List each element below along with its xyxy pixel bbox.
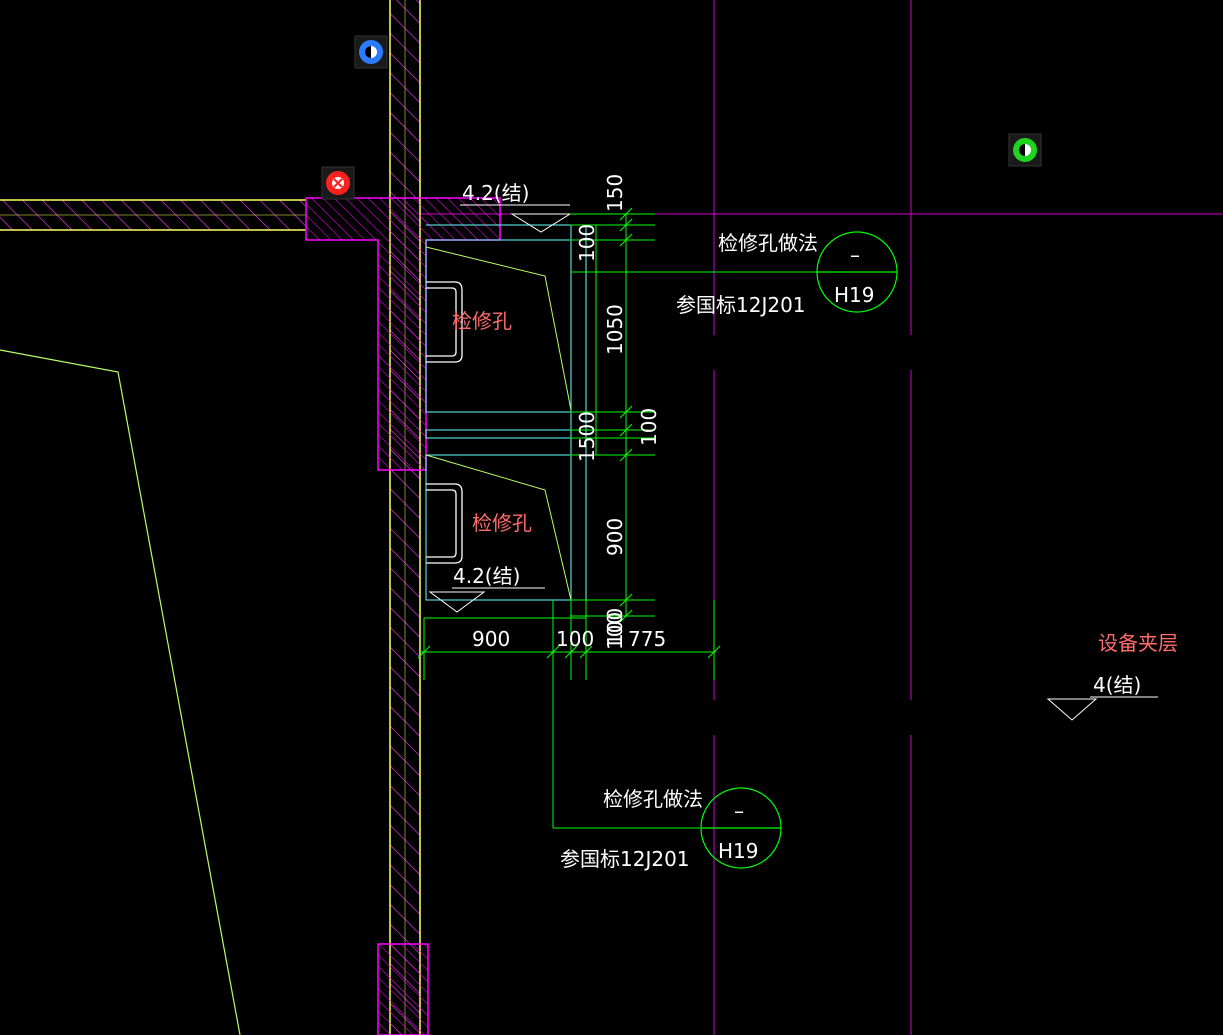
callout-title-lower: 检修孔做法 xyxy=(603,787,703,811)
horizontal-dimension-texts: 900 100 100 775 xyxy=(472,608,666,651)
circle-bottom-lower: H19 xyxy=(718,839,759,863)
callout-ref-upper: 参国标12J201 xyxy=(676,293,806,317)
dim-775: 775 xyxy=(628,627,666,651)
callout-title-upper: 检修孔做法 xyxy=(718,231,818,255)
callout-ref-lower: 参国标12J201 xyxy=(560,847,690,871)
elevation-right-text: 4(结) xyxy=(1093,673,1141,697)
dim-1500: 1500 xyxy=(575,411,599,462)
dim-100-a: 100 xyxy=(556,627,594,651)
slope-line xyxy=(0,349,241,1035)
dim-150: 150 xyxy=(603,174,627,212)
opening-slopes xyxy=(425,246,572,601)
access-hole-label-lower: 检修孔 xyxy=(472,511,532,535)
detail-callout-lower: 检修孔做法 参国标12J201 – H19 xyxy=(560,787,782,871)
circle-top-lower: – xyxy=(734,799,744,823)
dim-900-horiz: 900 xyxy=(472,627,510,651)
dim-1050: 1050 xyxy=(603,304,627,355)
elevation-top-text: 4.2(结) xyxy=(462,181,529,205)
detail-callout-upper: 检修孔做法 参国标12J201 – H19 xyxy=(676,231,898,317)
dim-100-mid: 100 xyxy=(637,408,661,446)
vertical-wall xyxy=(389,0,421,1035)
grid-break-marks xyxy=(708,335,917,735)
elevation-marker-right: 4(结) xyxy=(1046,673,1158,721)
grid-lines xyxy=(420,0,1223,1035)
elevation-marker-mid: 4.2(结) xyxy=(428,564,545,613)
horizontal-wall xyxy=(0,199,306,231)
elevation-mid-text: 4.2(结) xyxy=(453,564,520,588)
dim-900-vert: 900 xyxy=(603,518,627,556)
blue-snap-icon[interactable] xyxy=(354,35,388,69)
cad-drawing-canvas[interactable]: 检修孔 检修孔 4.2(结) 4.2(结) 4(结) 设备夹层 150 100 … xyxy=(0,0,1223,1035)
room-label: 设备夹层 xyxy=(1098,631,1178,655)
circle-top-upper: – xyxy=(850,243,860,267)
circle-bottom-upper: H19 xyxy=(834,283,875,307)
green-snap-icon[interactable] xyxy=(1008,133,1042,167)
access-openings xyxy=(425,224,587,601)
dim-100-top: 100 xyxy=(575,224,599,262)
red-snap-icon[interactable] xyxy=(321,166,355,200)
dim-100-b: 100 xyxy=(603,608,627,646)
access-hole-label-upper: 检修孔 xyxy=(452,309,512,333)
